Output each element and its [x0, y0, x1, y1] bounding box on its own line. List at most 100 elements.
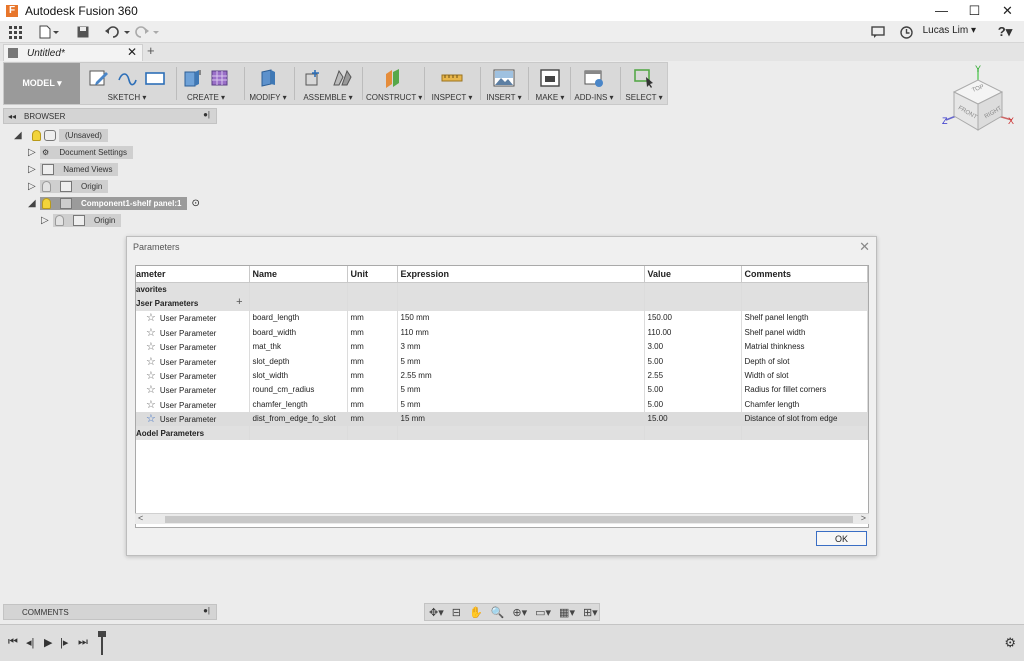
tree-item-component-origin[interactable]: ▷ Origin [41, 213, 122, 228]
ok-button[interactable]: OK [816, 531, 867, 546]
column-header-name[interactable]: Name [249, 266, 348, 283]
dialog-close-icon[interactable]: ✕ [859, 239, 870, 255]
close-tab-icon[interactable]: ✕ [127, 45, 137, 59]
param-comment[interactable]: Chamfer length [741, 397, 868, 412]
param-name[interactable]: slot_width [249, 368, 348, 383]
add-parameter-icon[interactable]: + [236, 296, 242, 308]
undo-icon[interactable] [104, 24, 132, 40]
table-row[interactable]: ☆ User Parameter chamfer_length mm 5 mm 5… [136, 397, 868, 412]
toolbar-group-assemble[interactable]: ASSEMBLE ▾ [298, 63, 358, 104]
timeline-marker[interactable] [98, 631, 106, 655]
param-name[interactable]: mat_thk [249, 339, 348, 354]
param-expression[interactable]: 110 mm [397, 325, 645, 340]
viewports-icon[interactable]: ⊞▾ [583, 606, 598, 619]
param-comment[interactable]: Radius for fillet corners [741, 382, 868, 398]
orbit-icon[interactable]: ✥▾ [429, 606, 444, 619]
param-name[interactable]: round_cm_radius [249, 382, 348, 398]
param-comment[interactable]: Depth of slot [741, 353, 868, 369]
table-row[interactable]: ☆ User Parameter board_length mm 150 mm 1… [136, 310, 868, 326]
toolbar-group-construct[interactable]: CONSTRUCT ▾ [366, 63, 422, 104]
toolbar-group-insert[interactable]: INSERT ▾ [484, 63, 524, 104]
group-user-parameters[interactable]: Jser Parameters + [136, 296, 868, 311]
tree-item-named-views[interactable]: ▷ Named Views [28, 162, 119, 177]
favorite-star-icon[interactable]: ☆ [146, 341, 156, 353]
toolbar-group-modify[interactable]: MODIFY ▾ [248, 63, 288, 104]
view-cube[interactable]: Y Z X TOP FRONT RIGHT [940, 64, 1018, 136]
table-row[interactable]: ☆ User Parameter round_cm_radius mm 5 mm … [136, 382, 868, 398]
column-header-unit[interactable]: Unit [347, 266, 398, 283]
column-header-expression[interactable]: Expression [397, 266, 645, 283]
toolbar-group-add-ins[interactable]: ADD-INS ▾ [572, 63, 616, 104]
expand-arrow-icon[interactable]: ◢ [14, 130, 26, 141]
toolbar-group-inspect[interactable]: INSPECT ▾ [428, 63, 476, 104]
group-model-parameters[interactable]: Aodel Parameters [136, 425, 868, 441]
go-to-end-icon[interactable]: ⏭ [78, 636, 88, 649]
toolbar-group-make[interactable]: MAKE ▾ [532, 63, 568, 104]
save-icon[interactable] [76, 24, 90, 40]
param-expression[interactable]: 3 mm [397, 339, 645, 354]
param-comment[interactable]: Matrial thinkness [741, 339, 868, 354]
param-expression[interactable]: 5 mm [397, 353, 645, 369]
param-comment[interactable]: Width of slot [741, 368, 868, 383]
favorite-star-icon[interactable]: ☆ [146, 384, 156, 396]
toolbar-group-create[interactable]: CREATE ▾ [180, 63, 232, 104]
table-row[interactable]: ☆ User Parameter mat_thk mm 3 mm 3.00 Mat… [136, 339, 868, 354]
table-row[interactable]: ☆ User Parameter slot_depth mm 5 mm 5.00 … [136, 353, 868, 369]
visibility-bulb-icon[interactable] [55, 215, 64, 226]
activate-radio-icon[interactable]: ⊙ [191, 198, 199, 209]
zoom-icon[interactable]: 🔍 [491, 606, 505, 619]
display-settings-icon[interactable]: ▭▾ [535, 606, 551, 619]
step-forward-icon[interactable]: |▸ [60, 636, 68, 649]
data-panel-icon[interactable] [8, 24, 22, 40]
param-comment[interactable]: Shelf panel length [741, 310, 868, 326]
table-row[interactable]: ☆ User Parameter slot_width mm 2.55 mm 2.… [136, 368, 868, 383]
help-icon[interactable]: ?▾ [994, 24, 1016, 40]
pin-icon[interactable]: ●| [203, 606, 210, 615]
param-expression[interactable]: 5 mm [397, 382, 645, 398]
param-name[interactable]: slot_depth [249, 353, 348, 369]
group-favorites[interactable]: avorites [136, 282, 868, 297]
new-tab-button[interactable]: + [147, 43, 155, 58]
favorite-star-icon[interactable]: ☆ [146, 327, 156, 339]
play-icon[interactable]: ▶ [44, 636, 52, 649]
column-header-comments[interactable]: Comments [741, 266, 868, 283]
param-expression[interactable]: 150 mm [397, 310, 645, 326]
visibility-bulb-icon[interactable] [32, 130, 41, 141]
favorite-star-icon[interactable]: ☆ [146, 399, 156, 411]
workspace-switcher[interactable]: MODEL ▾ [4, 63, 80, 104]
pan-icon[interactable]: ✋ [469, 606, 483, 619]
close-button[interactable]: ✕ [991, 0, 1024, 21]
timeline-settings-gear-icon[interactable]: ⚙ [1004, 635, 1016, 651]
table-row-selected[interactable]: ☆ User Parameter dist_from_edge_fo_slot m… [136, 411, 868, 426]
file-menu-icon[interactable] [38, 24, 60, 40]
param-comment[interactable]: Distance of slot from edge [741, 411, 868, 426]
step-back-icon[interactable]: ◂| [26, 636, 34, 649]
favorite-star-icon[interactable]: ☆ [146, 312, 156, 324]
param-name[interactable]: board_length [249, 310, 348, 326]
scroll-right-icon[interactable]: > [861, 513, 866, 523]
table-row[interactable]: ☆ User Parameter board_width mm 110 mm 11… [136, 325, 868, 340]
visibility-bulb-icon[interactable] [42, 198, 51, 209]
redo-icon[interactable] [134, 24, 160, 40]
toolbar-group-sketch[interactable]: SKETCH ▾ [84, 63, 170, 104]
expand-arrow-icon[interactable]: ▷ [28, 181, 40, 192]
expand-arrow-icon[interactable]: ▷ [28, 164, 40, 175]
toolbar-group-select[interactable]: SELECT ▾ [622, 63, 666, 104]
comments-panel-header[interactable]: COMMENTS ●| [3, 604, 217, 620]
expand-arrow-icon[interactable]: ◢ [28, 198, 40, 209]
horizontal-scrollbar[interactable]: < > [135, 513, 869, 524]
tree-item-component[interactable]: ◢ Component1-shelf panel:1 ⊙ [28, 196, 200, 211]
favorite-star-icon[interactable]: ☆ [146, 370, 156, 382]
tree-item-origin[interactable]: ▷ Origin [28, 179, 109, 194]
param-expression[interactable]: 15 mm [397, 411, 645, 426]
collapse-panel-icon[interactable]: ◂◂ [8, 112, 16, 121]
user-menu[interactable]: Lucas Lim ▾ [923, 25, 976, 36]
go-to-start-icon[interactable]: ⏮ [8, 636, 18, 649]
param-comment[interactable]: Shelf panel width [741, 325, 868, 340]
minimize-button[interactable]: — [925, 0, 958, 21]
look-at-icon[interactable]: ⊟ [452, 606, 461, 619]
param-name[interactable]: dist_from_edge_fo_slot [249, 411, 348, 426]
grid-settings-icon[interactable]: ▦▾ [559, 606, 575, 619]
tree-root[interactable]: ◢ (Unsaved) [14, 128, 108, 143]
scroll-left-icon[interactable]: < [138, 513, 143, 523]
